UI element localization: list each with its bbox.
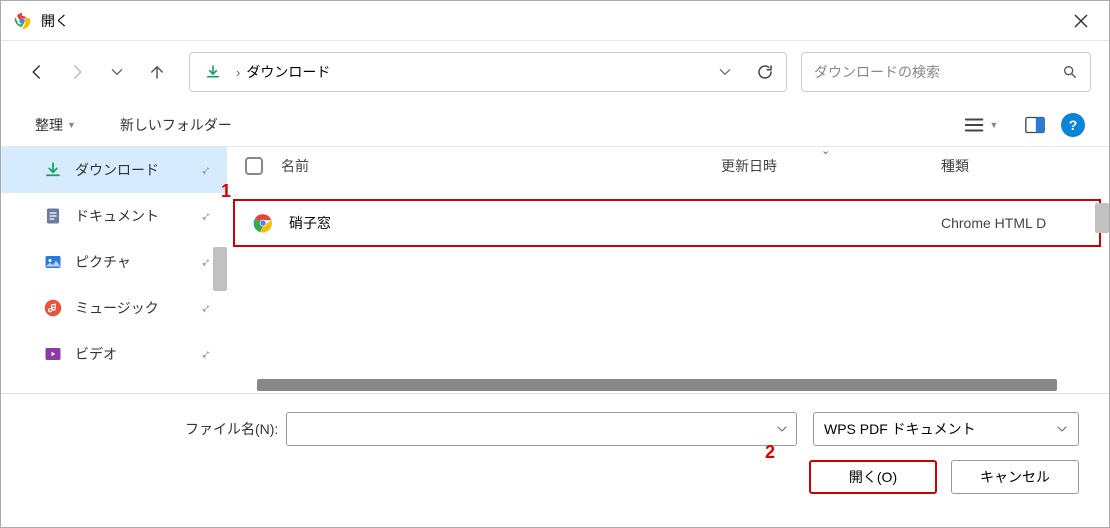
search-box[interactable] xyxy=(801,52,1091,92)
filename-input[interactable] xyxy=(295,421,776,437)
sidebar-item-pictures[interactable]: ピクチャ xyxy=(1,239,227,285)
chevron-down-icon[interactable] xyxy=(776,423,788,435)
view-mode-button[interactable]: ▼ xyxy=(963,109,999,141)
download-icon xyxy=(43,160,63,180)
close-button[interactable] xyxy=(1065,5,1097,37)
select-all-checkbox[interactable] xyxy=(245,157,263,175)
open-button[interactable]: 開く(O) xyxy=(809,460,937,494)
path-location[interactable]: ダウンロード xyxy=(246,62,330,82)
sidebar-scrollbar[interactable] xyxy=(213,247,227,291)
cancel-button[interactable]: キャンセル xyxy=(951,460,1079,494)
file-row[interactable]: 1 硝子窓 Chrome HTML D xyxy=(227,199,1109,247)
sidebar-item-label: ドキュメント xyxy=(75,206,187,226)
pin-icon xyxy=(199,256,211,268)
pin-icon xyxy=(199,164,211,176)
filter-label: WPS PDF ドキュメント xyxy=(824,419,1056,439)
video-icon xyxy=(43,344,63,364)
filename-label: ファイル名(N): xyxy=(185,419,278,439)
sidebar-item-label: ピクチャ xyxy=(75,252,187,272)
sidebar-item-label: ダウンロード xyxy=(75,160,187,180)
file-type: Chrome HTML D xyxy=(941,215,1091,231)
download-icon xyxy=(204,64,222,80)
horizontal-scrollbar[interactable] xyxy=(257,379,1057,391)
new-folder-button[interactable]: 新しいフォルダー xyxy=(110,109,242,141)
music-icon xyxy=(43,298,63,318)
path-separator: › xyxy=(236,65,240,80)
path-dropdown[interactable] xyxy=(712,59,738,85)
filename-combobox[interactable] xyxy=(286,412,797,446)
organize-menu[interactable]: 整理 ▼ xyxy=(25,109,86,141)
list-header: 名前 更新日時⌄ 種類 xyxy=(227,147,1109,185)
back-button[interactable] xyxy=(19,54,55,90)
window-title: 開く xyxy=(41,11,1065,31)
help-button[interactable]: ? xyxy=(1061,113,1085,137)
pin-icon xyxy=(199,302,211,314)
column-type[interactable]: 種類 xyxy=(941,156,1091,176)
chrome-icon xyxy=(13,12,31,30)
annotation-2: 2 xyxy=(765,442,775,463)
file-list: 名前 更新日時⌄ 種類 1 硝子窓 Chrome HTML D xyxy=(227,147,1109,393)
refresh-button[interactable] xyxy=(750,57,780,87)
recent-dropdown[interactable] xyxy=(99,54,135,90)
pin-icon xyxy=(199,348,211,360)
search-icon[interactable] xyxy=(1062,64,1078,80)
search-input[interactable] xyxy=(814,64,1062,80)
chevron-down-icon[interactable] xyxy=(1056,423,1068,435)
path-bar[interactable]: › ダウンロード xyxy=(189,52,787,92)
chrome-icon xyxy=(245,213,281,233)
sidebar-item-label: ビデオ xyxy=(75,344,187,364)
annotation-1: 1 xyxy=(221,181,231,202)
sort-indicator: ⌄ xyxy=(821,144,830,157)
sidebar: ダウンロード ドキュメント ピクチャ ミュージック ビデオ xyxy=(1,147,227,393)
filetype-filter[interactable]: WPS PDF ドキュメント xyxy=(813,412,1079,446)
column-name[interactable]: 名前 xyxy=(281,156,721,176)
sidebar-item-videos[interactable]: ビデオ xyxy=(1,331,227,377)
forward-button[interactable] xyxy=(59,54,95,90)
file-name: 硝子窓 xyxy=(281,213,721,233)
sidebar-item-documents[interactable]: ドキュメント xyxy=(1,193,227,239)
sidebar-item-music[interactable]: ミュージック xyxy=(1,285,227,331)
up-button[interactable] xyxy=(139,54,175,90)
column-modified[interactable]: 更新日時⌄ xyxy=(721,156,941,176)
picture-icon xyxy=(43,252,63,272)
sidebar-item-downloads[interactable]: ダウンロード xyxy=(1,147,227,193)
document-icon xyxy=(43,206,63,226)
sidebar-item-label: ミュージック xyxy=(75,298,187,318)
vertical-scrollbar[interactable] xyxy=(1095,203,1109,233)
preview-pane-button[interactable] xyxy=(1017,109,1053,141)
pin-icon xyxy=(199,210,211,222)
